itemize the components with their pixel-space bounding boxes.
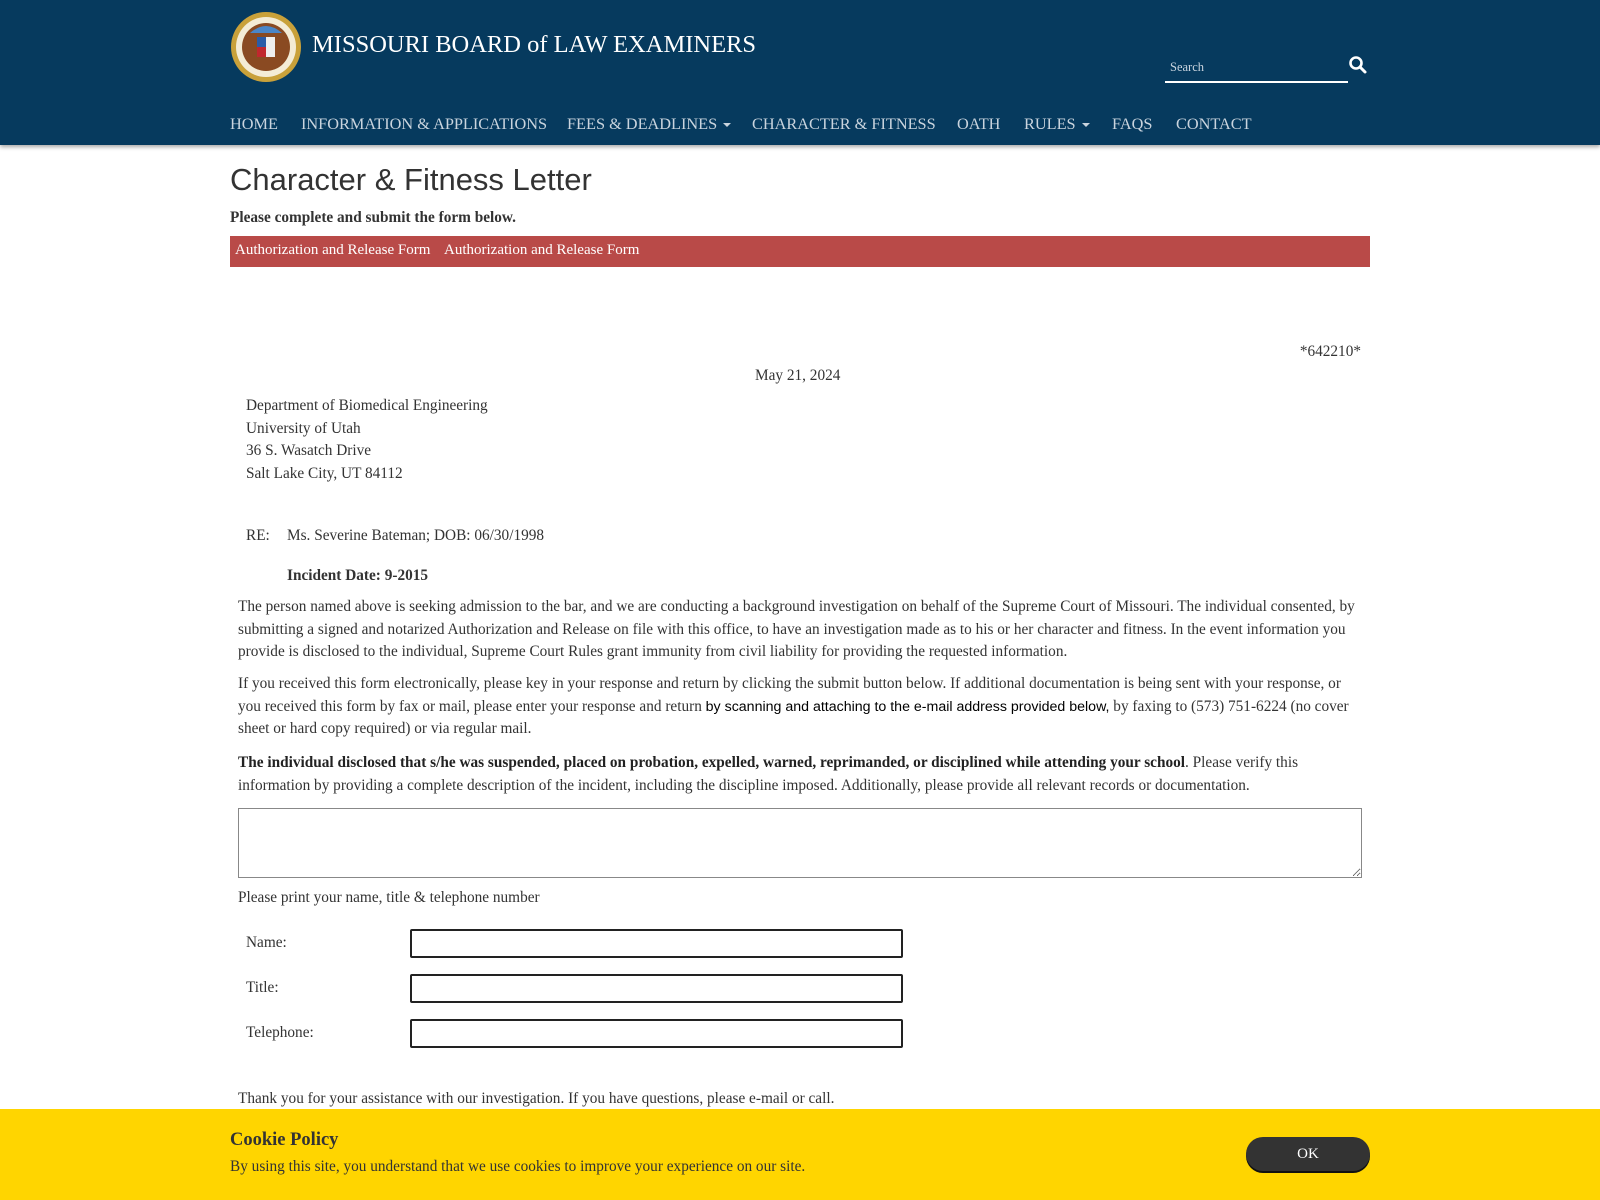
- nav-faqs[interactable]: FAQS: [1112, 114, 1152, 134]
- nav-fees-deadlines[interactable]: FEES & DEADLINES: [567, 114, 732, 134]
- tab-authorization-release-2[interactable]: Authorization and Release Form: [444, 242, 639, 259]
- nav-contact[interactable]: CONTACT: [1176, 114, 1252, 134]
- name-label: Name:: [246, 934, 287, 951]
- page-subtitle: Please complete and submit the form belo…: [230, 209, 516, 226]
- nav-information-applications[interactable]: INFORMATION & APPLICATIONS: [301, 114, 547, 134]
- missouri-seal-logo[interactable]: [230, 11, 302, 83]
- search-icon[interactable]: [1348, 55, 1368, 75]
- nav-label: RULES: [1024, 114, 1076, 133]
- re-label: RE:: [246, 527, 270, 544]
- nav-home[interactable]: HOME: [230, 114, 278, 134]
- print-prompt: Please print your name, title & telephon…: [238, 889, 540, 906]
- letter-code: *642210*: [1299, 343, 1361, 360]
- nav-label: FEES & DEADLINES: [567, 114, 718, 133]
- caret-down-icon: [723, 123, 732, 128]
- thanks-text: Thank you for your assistance with our i…: [238, 1090, 835, 1107]
- title-label: Title:: [246, 979, 279, 996]
- site-title[interactable]: MISSOURI BOARD of LAW EXAMINERS: [312, 31, 756, 59]
- nav-character-fitness[interactable]: CHARACTER & FITNESS: [752, 114, 936, 134]
- letter-date: May 21, 2024: [755, 367, 841, 384]
- intro-paragraph: The person named above is seeking admiss…: [238, 598, 1355, 661]
- telephone-input[interactable]: [410, 1019, 903, 1048]
- nav-rules[interactable]: RULES: [1024, 114, 1090, 134]
- site-header: MISSOURI BOARD of LAW EXAMINERS HOME INF…: [0, 0, 1600, 145]
- address-line: University of Utah: [246, 420, 361, 437]
- caret-down-icon: [1081, 123, 1090, 128]
- tab-authorization-release-1[interactable]: Authorization and Release Form: [235, 242, 430, 259]
- instructions-paragraph: If you received this form electronically…: [238, 673, 1363, 741]
- search-input[interactable]: [1165, 53, 1348, 83]
- nav-oath[interactable]: OATH: [957, 114, 1000, 134]
- title-input[interactable]: [410, 974, 903, 1003]
- disclosure-bold: The individual disclosed that s/he was s…: [238, 754, 1186, 771]
- disclosure-paragraph: The individual disclosed that s/he was s…: [238, 752, 1363, 797]
- telephone-label: Telephone:: [246, 1024, 314, 1041]
- instructions-emphasis: by scanning and attaching to the e-mail …: [705, 698, 1110, 715]
- incident-description-textarea[interactable]: [238, 808, 1362, 878]
- cookie-text: By using this site, you understand that …: [230, 1158, 806, 1175]
- name-input[interactable]: [410, 929, 903, 958]
- cookie-title: Cookie Policy: [230, 1130, 339, 1150]
- address-line: 36 S. Wasatch Drive: [246, 442, 372, 459]
- address-line: Salt Lake City, UT 84112: [246, 465, 403, 482]
- page-title: Character & Fitness Letter: [230, 162, 592, 197]
- incident-date: Incident Date: 9-2015: [287, 567, 429, 584]
- cookie-ok-button[interactable]: OK: [1246, 1137, 1370, 1171]
- re-value: Ms. Severine Bateman; DOB: 06/30/1998: [287, 527, 545, 544]
- address-line: Department of Biomedical Engineering: [246, 397, 488, 414]
